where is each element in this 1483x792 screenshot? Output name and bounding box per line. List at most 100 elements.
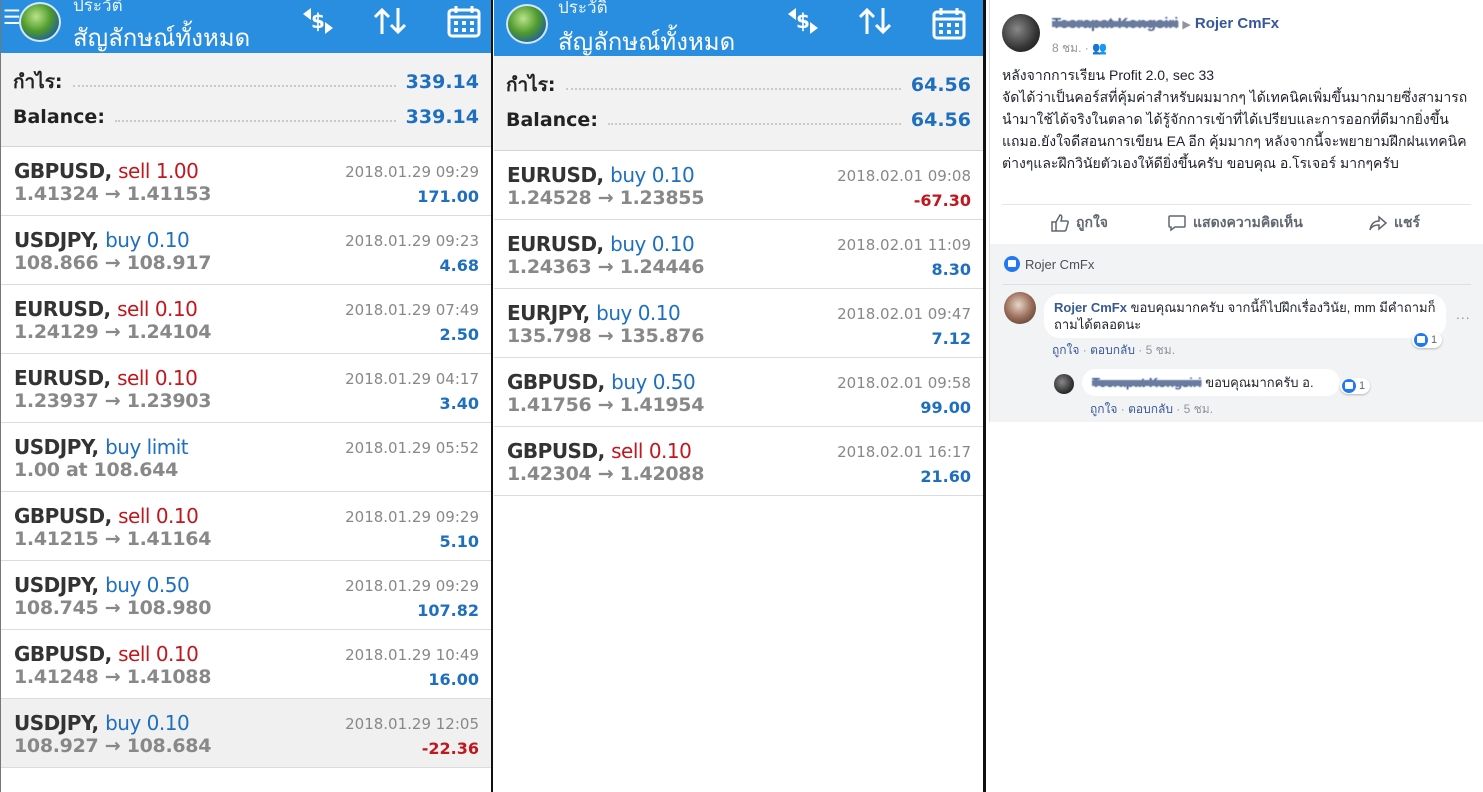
trade-profit: 99.00: [920, 398, 971, 417]
trade-symbol: GBPUSD, sell 0.10: [14, 642, 199, 666]
comment-reply-link[interactable]: ตอบกลับ: [1090, 343, 1135, 357]
trade-row[interactable]: EURUSD, sell 0.10 1.24129 → 1.24104 2018.0…: [1, 285, 491, 354]
balance-label: Balance:: [506, 109, 598, 131]
trade-profit: 171.00: [417, 187, 479, 206]
comment-reaction-count[interactable]: 1: [1412, 332, 1443, 348]
comment-text: ขอบคุณมากครับ อ.: [1205, 375, 1314, 390]
comment-like-link[interactable]: ถูกใจ: [1090, 402, 1117, 416]
balance-value: 64.56: [910, 109, 971, 131]
more-options-icon[interactable]: ...: [1456, 306, 1471, 322]
trade-time: 2018.01.29 09:29: [345, 577, 479, 595]
trade-symbol: GBPUSD, sell 0.10: [507, 439, 692, 463]
trade-time: 2018.02.01 16:17: [837, 443, 971, 461]
trade-profit: 4.68: [439, 256, 479, 275]
balance-row: Balance: 64.56: [506, 105, 971, 135]
commenter-avatar[interactable]: [1004, 292, 1036, 324]
trade-row[interactable]: GBPUSD, sell 1.00 1.41324 → 1.41153 2018.0…: [1, 147, 491, 216]
comment-time[interactable]: 5 ชม.: [1184, 402, 1213, 416]
trade-side: buy limit: [105, 435, 189, 459]
trade-prices: 1.24528 → 1.23855: [507, 187, 705, 209]
sort-icon[interactable]: [371, 4, 409, 38]
thumbs-up-icon: [1051, 214, 1069, 232]
trade-profit: 21.60: [920, 467, 971, 486]
app-header: ประวัติ สัญลักษณ์ทั้งหมด $: [494, 0, 983, 56]
trade-row[interactable]: GBPUSD, buy 0.50 1.41756 → 1.41954 2018.02…: [494, 358, 983, 427]
post-line: หลังจากการเรียน Profit 2.0, sec 33: [1002, 67, 1215, 83]
trade-time: 2018.02.01 09:58: [837, 374, 971, 392]
trade-side: buy 0.50: [105, 573, 190, 597]
trade-side: sell 0.10: [117, 366, 198, 390]
like-reaction-icon: [1342, 379, 1356, 393]
arrow-right-icon: ▶: [1182, 19, 1191, 31]
author-name[interactable]: Teerapat Kongsiri: [1052, 15, 1178, 32]
post-header: Teerapat Kongsiri ▶ Rojer CmFx: [1052, 15, 1279, 32]
trade-prices: 108.745 → 108.980: [14, 597, 212, 619]
trade-symbol: GBPUSD, sell 1.00: [14, 159, 199, 183]
hamburger-icon[interactable]: ☰: [3, 8, 21, 28]
trade-row[interactable]: EURJPY, buy 0.10 135.798 → 135.876 2018.02…: [494, 289, 983, 358]
trade-row[interactable]: USDJPY, buy limit 1.00 at 108.644 2018.01.…: [1, 423, 491, 492]
post-line: จัดได้ว่าเป็นคอร์สที่คุ้มค่าสำหรับผมมากๆ…: [1002, 89, 1468, 171]
trade-row[interactable]: EURUSD, sell 0.10 1.23937 → 1.23903 2018.0…: [1, 354, 491, 423]
target-page-name[interactable]: Rojer CmFx: [1195, 15, 1279, 32]
mt4-history-panel-2: ประวัติ สัญลักษณ์ทั้งหมด $ กำไร: 64.56 B…: [494, 0, 986, 792]
trade-symbol: USDJPY, buy 0.10: [14, 711, 190, 735]
liked-by[interactable]: Rojer CmFx: [1004, 256, 1094, 272]
profit-row: กำไร: 64.56: [506, 70, 971, 100]
profit-value: 339.14: [405, 71, 479, 93]
trade-profit: 3.40: [439, 394, 479, 413]
comment-like-link[interactable]: ถูกใจ: [1052, 343, 1079, 357]
commenter-name[interactable]: Rojer CmFx: [1054, 300, 1127, 315]
trade-row[interactable]: USDJPY, buy 0.10 108.927 → 108.684 2018.01…: [1, 699, 491, 768]
calendar-icon[interactable]: [930, 6, 968, 40]
app-header: ☰ ประวัติ สัญลักษณ์ทั้งหมด $: [1, 0, 491, 53]
trade-row[interactable]: USDJPY, buy 0.10 108.866 → 108.917 2018.01…: [1, 216, 491, 285]
trade-profit: 2.50: [439, 325, 479, 344]
header-subtitle: ประวัติ: [73, 0, 123, 15]
post-actions: ถูกใจ แสดงความคิดเห็น แชร์: [990, 206, 1483, 240]
trade-history-list: GBPUSD, sell 1.00 1.41324 → 1.41153 2018.0…: [1, 147, 491, 768]
trade-side: buy 0.10: [610, 163, 695, 187]
like-reaction-icon: [1004, 256, 1020, 272]
trade-time: 2018.01.29 10:49: [345, 646, 479, 664]
trade-row[interactable]: GBPUSD, sell 0.10 1.41248 → 1.41088 2018.0…: [1, 630, 491, 699]
trade-time: 2018.01.29 12:05: [345, 715, 479, 733]
trade-row[interactable]: GBPUSD, sell 0.10 1.42304 → 1.42088 2018.0…: [494, 427, 983, 496]
trade-profit: 8.30: [931, 260, 971, 279]
trade-time: 2018.01.29 07:49: [345, 301, 479, 319]
trade-row[interactable]: EURUSD, buy 0.10 1.24528 → 1.23855 2018.02…: [494, 151, 983, 220]
like-button[interactable]: ถูกใจ: [1050, 212, 1108, 234]
commenter-name[interactable]: Teerapat Kongsiri: [1092, 375, 1202, 390]
trade-profit: -67.30: [913, 191, 971, 210]
trade-side: buy 0.10: [610, 232, 695, 256]
calendar-icon[interactable]: [445, 4, 483, 38]
comment-button[interactable]: แสดงความคิดเห็น: [1167, 212, 1303, 234]
trade-time: 2018.02.01 09:47: [837, 305, 971, 323]
commenter-avatar[interactable]: [1054, 374, 1074, 394]
post-time[interactable]: 8 ชม.: [1052, 41, 1081, 55]
trade-row[interactable]: USDJPY, buy 0.50 108.745 → 108.980 2018.01…: [1, 561, 491, 630]
mt4-history-panel-1: ☰ ประวัติ สัญลักษณ์ทั้งหมด $ กำไร: 339.1…: [0, 0, 493, 792]
sort-icon[interactable]: [856, 4, 894, 38]
trade-row[interactable]: GBPUSD, sell 0.10 1.41215 → 1.41164 2018.0…: [1, 492, 491, 561]
comment-reply-link[interactable]: ตอบกลับ: [1128, 402, 1173, 416]
trade-profit: -22.36: [421, 739, 479, 758]
trade-side: sell 1.00: [118, 159, 199, 183]
header-title[interactable]: สัญลักษณ์ทั้งหมด: [73, 18, 250, 57]
comment-bubble: Teerapat Kongsiri ขอบคุณมากครับ อ.: [1082, 369, 1340, 396]
trade-prices: 1.41215 → 1.41164: [14, 528, 212, 550]
svg-text:$: $: [796, 9, 810, 33]
post-body: หลังจากการเรียน Profit 2.0, sec 33 จัดได…: [1002, 64, 1472, 174]
trade-time: 2018.02.01 09:08: [837, 167, 971, 185]
currency-exchange-icon[interactable]: $: [299, 4, 337, 38]
trade-symbol: USDJPY, buy 0.10: [14, 228, 190, 252]
balance-value: 339.14: [405, 106, 479, 128]
currency-exchange-icon[interactable]: $: [784, 4, 822, 38]
profit-label: กำไร:: [506, 74, 556, 96]
comment-time[interactable]: 5 ชม.: [1146, 343, 1175, 357]
share-button[interactable]: แชร์: [1368, 212, 1420, 234]
trade-time: 2018.01.29 09:29: [345, 508, 479, 526]
comment-reaction-count[interactable]: 1: [1340, 378, 1371, 394]
author-avatar[interactable]: [1002, 14, 1040, 52]
trade-row[interactable]: EURUSD, buy 0.10 1.24363 → 1.24446 2018.02…: [494, 220, 983, 289]
